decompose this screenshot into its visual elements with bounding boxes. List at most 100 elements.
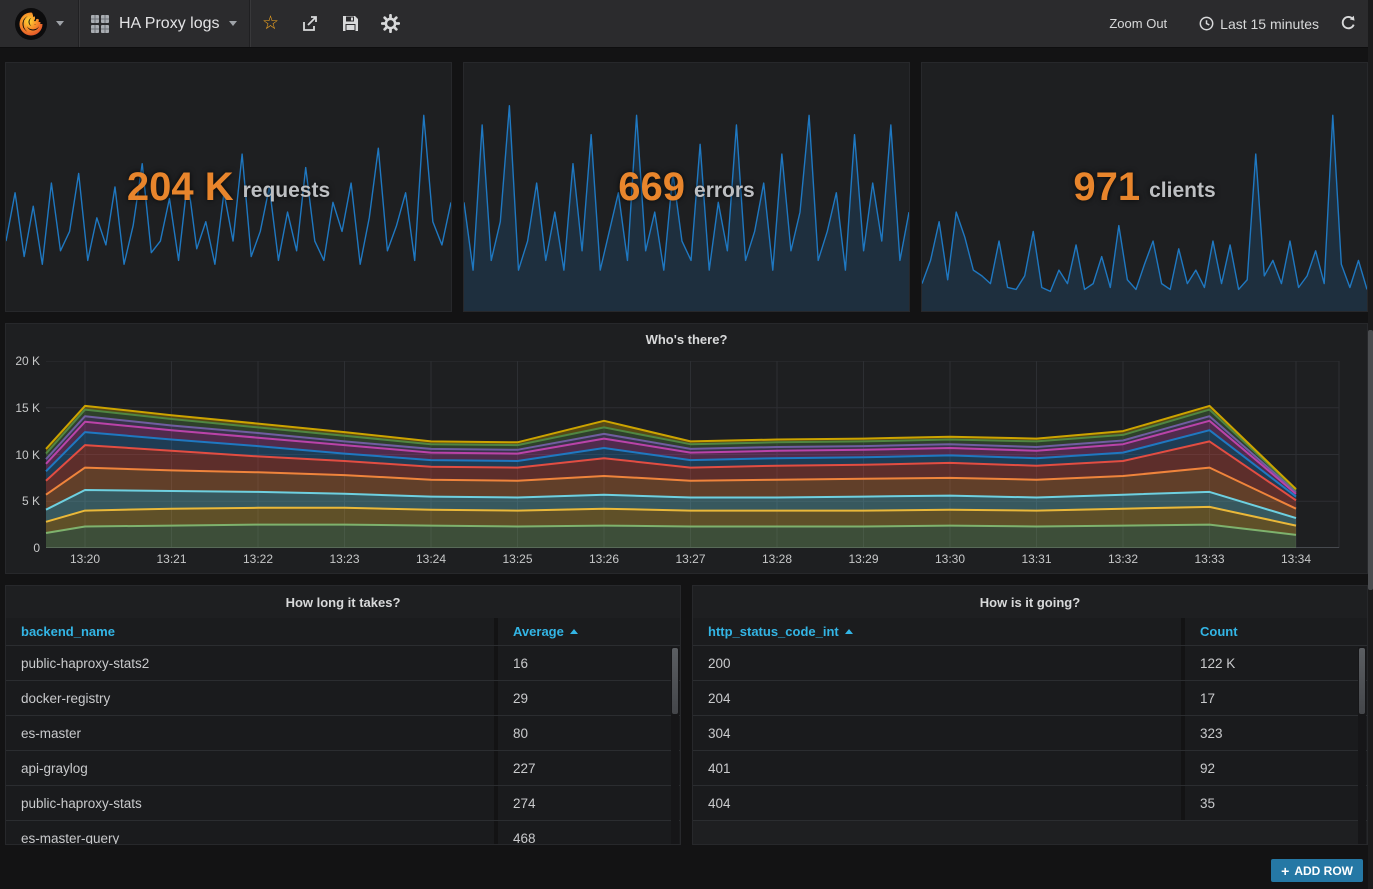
star-icon: ☆ xyxy=(262,14,279,33)
panel-errors[interactable]: 669 errors xyxy=(463,62,910,312)
column-header-http-status-code[interactable]: http_status_code_int xyxy=(693,618,1185,645)
time-range-label: Last 15 minutes xyxy=(1220,16,1319,32)
table-cell: 122 K xyxy=(1185,646,1367,680)
x-axis-tick-label: 13:23 xyxy=(329,552,359,566)
table-cell: 204 xyxy=(693,681,1185,715)
stat-value: 669 xyxy=(618,165,685,210)
table-cell: 92 xyxy=(1185,751,1367,785)
stat-label: requests xyxy=(243,179,331,203)
save-dashboard-button[interactable] xyxy=(330,0,370,47)
table-cell: 80 xyxy=(498,716,680,750)
table-panel-title[interactable]: How is it going? xyxy=(693,586,1367,618)
zoom-out-button[interactable]: Zoom Out xyxy=(1091,16,1185,31)
table-cell: es-master xyxy=(6,716,498,750)
dashboard-footer: + ADD ROW xyxy=(5,856,1368,882)
table-row: docker-registry29 xyxy=(6,681,680,716)
star-dashboard-button[interactable]: ☆ xyxy=(250,0,290,47)
share-dashboard-button[interactable] xyxy=(290,0,330,47)
panel-requests[interactable]: 204 K requests xyxy=(5,62,452,312)
dashboard-picker[interactable]: HA Proxy logs xyxy=(79,0,249,47)
table-scrollbar xyxy=(671,647,679,845)
dashboard-title: HA Proxy logs xyxy=(119,15,219,33)
dashboard-settings-button[interactable] xyxy=(370,0,410,47)
table-row: public-haproxy-stats274 xyxy=(6,786,680,821)
column-header-average[interactable]: Average xyxy=(498,618,680,645)
x-axis-tick-label: 13:34 xyxy=(1281,552,1311,566)
column-header-count[interactable]: Count xyxy=(1185,618,1367,645)
table-cell: 404 xyxy=(693,786,1185,820)
panel-whos-there: Who's there? 05 K10 K15 K20 K 13:2013:21… xyxy=(5,323,1368,574)
stat-label: errors xyxy=(694,179,755,203)
x-axis-tick-label: 13:32 xyxy=(1108,552,1138,566)
scrollbar-thumb[interactable] xyxy=(1359,648,1365,714)
table-cell: 323 xyxy=(1185,716,1367,750)
graph-row: Who's there? 05 K10 K15 K20 K 13:2013:21… xyxy=(5,323,1368,574)
requests-stat: 204 K requests xyxy=(6,63,451,311)
scrollbar-thumb[interactable] xyxy=(672,648,678,714)
tables-row: How long it takes? backend_name Average … xyxy=(5,585,1368,845)
x-axis-tick-label: 13:20 xyxy=(70,552,100,566)
add-row-label: ADD ROW xyxy=(1294,864,1353,878)
chevron-down-icon xyxy=(56,21,64,26)
clients-stat: 971 clients xyxy=(922,63,1367,311)
table-cell: 468 xyxy=(498,821,680,845)
table-row: 40435 xyxy=(693,786,1367,821)
table-body: public-haproxy-stats216docker-registry29… xyxy=(6,646,680,845)
table-row: 40192 xyxy=(693,751,1367,786)
table-row: api-graylog227 xyxy=(6,751,680,786)
stat-value: 971 xyxy=(1073,165,1140,210)
refresh-button[interactable] xyxy=(1333,0,1373,47)
time-range-picker[interactable]: Last 15 minutes xyxy=(1185,16,1333,32)
table-cell: 29 xyxy=(498,681,680,715)
table-header-row: backend_name Average xyxy=(6,618,680,646)
navbar-right: Zoom Out Last 15 minutes xyxy=(1091,0,1373,47)
table-panel-title[interactable]: How long it takes? xyxy=(6,586,680,618)
table-cell: 17 xyxy=(1185,681,1367,715)
panel-how-is-it-going: How is it going? http_status_code_int Co… xyxy=(692,585,1368,845)
table-row: 20417 xyxy=(693,681,1367,716)
table-body: 200122 K204173043234019240435 xyxy=(693,646,1367,821)
x-axis-tick-label: 13:33 xyxy=(1194,552,1224,566)
chevron-down-icon xyxy=(229,21,237,26)
table-cell: 304 xyxy=(693,716,1185,750)
x-axis-tick-label: 13:27 xyxy=(675,552,705,566)
x-axis-tick-label: 13:28 xyxy=(762,552,792,566)
viewport-scrollbar xyxy=(1368,0,1373,889)
x-axis-tick-label: 13:24 xyxy=(416,552,446,566)
add-row-button[interactable]: + ADD ROW xyxy=(1271,859,1363,882)
share-icon xyxy=(301,15,319,33)
table-cell: es-master-query xyxy=(6,821,498,845)
table-cell: 401 xyxy=(693,751,1185,785)
viewport-scrollbar-thumb[interactable] xyxy=(1368,330,1373,590)
column-header-label: backend_name xyxy=(21,624,115,639)
grafana-menu-button[interactable] xyxy=(0,7,78,41)
table-cell: 16 xyxy=(498,646,680,680)
table-cell: api-graylog xyxy=(6,751,498,785)
table-row: 200122 K xyxy=(693,646,1367,681)
table-cell: public-haproxy-stats xyxy=(6,786,498,820)
x-axis-tick-label: 13:21 xyxy=(156,552,186,566)
stat-value: 204 K xyxy=(127,165,234,210)
column-header-label: http_status_code_int xyxy=(708,624,839,639)
dashboard-grid-icon xyxy=(91,15,109,33)
sort-ascending-icon xyxy=(570,629,578,634)
x-axis-tick-label: 13:22 xyxy=(243,552,273,566)
plus-icon: + xyxy=(1281,864,1289,878)
column-header-label: Count xyxy=(1200,624,1238,639)
stacked-area-chart[interactable] xyxy=(6,361,1367,548)
save-icon xyxy=(342,15,359,32)
x-axis-tick-label: 13:31 xyxy=(1021,552,1051,566)
table-scrollbar xyxy=(1358,647,1366,845)
clock-icon xyxy=(1199,16,1214,31)
column-header-label: Average xyxy=(513,624,564,639)
stats-row: 204 K requests 669 errors 971 clients xyxy=(5,62,1368,312)
dashboard-content: 204 K requests 669 errors 971 clients Wh… xyxy=(0,48,1373,882)
stat-label: clients xyxy=(1149,179,1216,203)
panel-clients[interactable]: 971 clients xyxy=(921,62,1368,312)
column-header-backend-name[interactable]: backend_name xyxy=(6,618,498,645)
graph-panel-title[interactable]: Who's there? xyxy=(6,324,1367,354)
errors-stat: 669 errors xyxy=(464,63,909,311)
table-row: es-master-query468 xyxy=(6,821,680,845)
table-cell: 227 xyxy=(498,751,680,785)
x-axis-tick-label: 13:25 xyxy=(502,552,532,566)
